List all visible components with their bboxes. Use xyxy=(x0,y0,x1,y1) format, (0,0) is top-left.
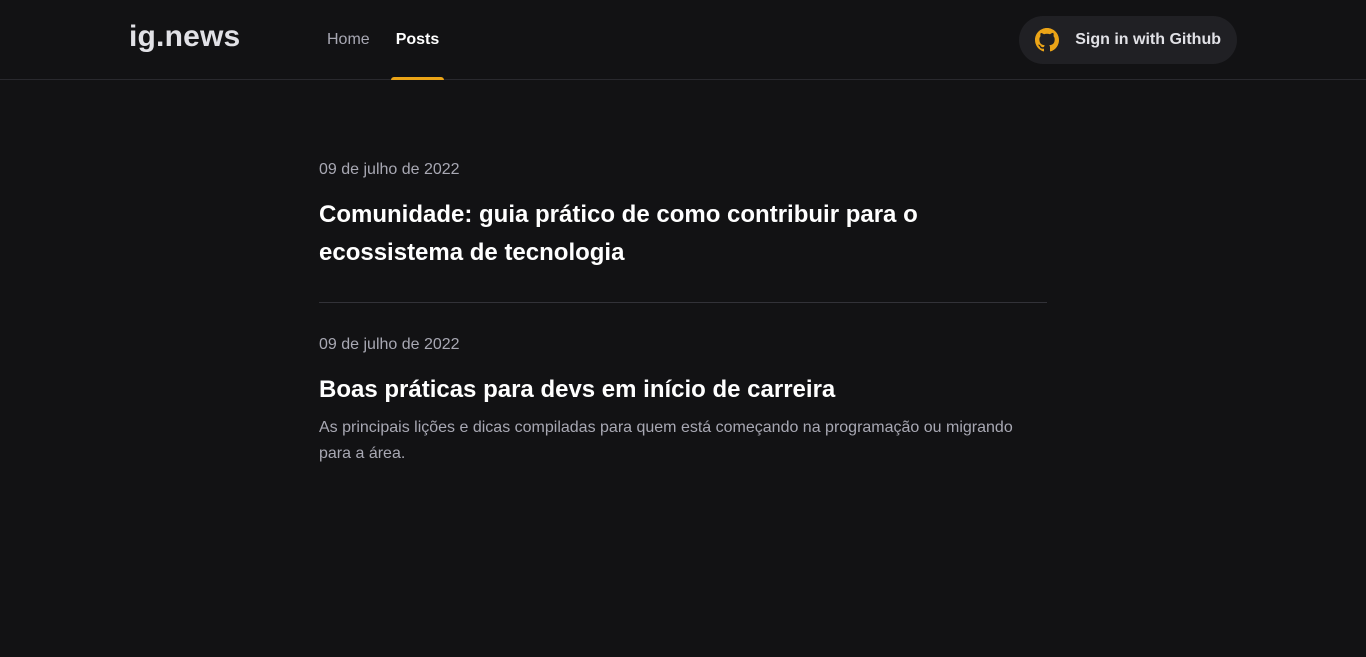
header-container: ig.news Home Posts Sign in with Github xyxy=(129,0,1237,80)
nav-link-home[interactable]: Home xyxy=(322,0,375,80)
sign-in-label: Sign in with Github xyxy=(1075,31,1221,48)
github-icon xyxy=(1035,28,1060,52)
main-nav: Home Posts xyxy=(322,0,460,80)
post-item[interactable]: 09 de julho de 2022 Comunidade: guia prá… xyxy=(319,160,1047,302)
post-date: 09 de julho de 2022 xyxy=(319,161,460,178)
sign-in-github-button[interactable]: Sign in with Github xyxy=(1019,16,1237,64)
post-title: Comunidade: guia prático de como contrib… xyxy=(319,201,918,266)
post-date: 09 de julho de 2022 xyxy=(319,336,460,353)
site-logo[interactable]: ig.news xyxy=(129,20,240,54)
post-title: Boas práticas para devs em início de car… xyxy=(319,376,836,403)
posts-list: 09 de julho de 2022 Comunidade: guia prá… xyxy=(319,80,1047,497)
post-divider xyxy=(319,302,1047,303)
post-excerpt: As principais lições e dicas compiladas … xyxy=(319,419,1013,462)
post-item[interactable]: 09 de julho de 2022 Boas práticas para d… xyxy=(319,335,1047,497)
site-header: ig.news Home Posts Sign in with Github xyxy=(0,0,1366,80)
nav-link-posts[interactable]: Posts xyxy=(390,0,445,80)
